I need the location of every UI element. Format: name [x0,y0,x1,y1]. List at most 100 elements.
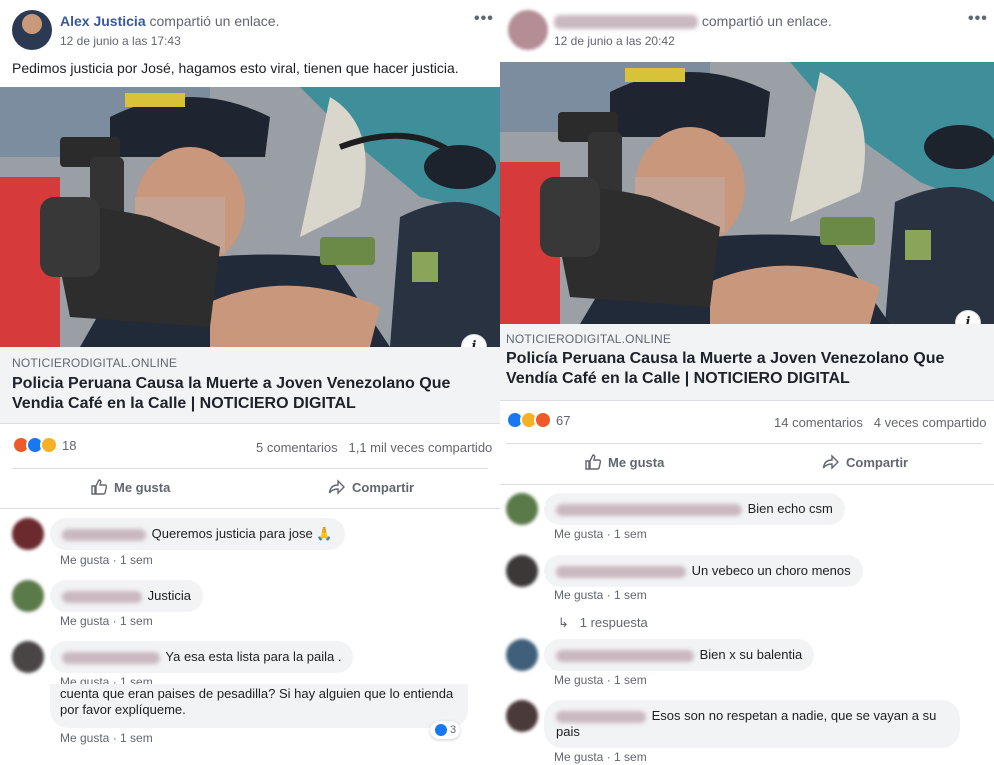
thumbs-up-icon [585,454,602,470]
comment-like-link[interactable]: Me gusta [554,673,603,687]
link-preview[interactable]: NOTICIERODIGITAL.ONLINE Policia Peruana … [0,347,500,424]
commenter-name[interactable] [556,503,742,516]
comment-count[interactable]: 5 comentarios [256,440,338,455]
comment-bubble: Ya esa esta lista para la paila . [50,641,354,673]
share-button[interactable]: Compartir [328,478,414,496]
commenter-name[interactable] [556,565,686,578]
comment-time[interactable]: 1 sem [614,588,647,602]
comment-text-line2: por favor explíqueme. [60,702,186,717]
more-options-icon[interactable]: ••• [968,10,988,28]
commenter-avatar[interactable] [506,555,538,587]
share-label: Compartir [352,479,415,495]
comment-like-link[interactable]: Me gusta [60,614,109,628]
commenter-name[interactable] [556,649,694,662]
comment-time[interactable]: 1 sem [120,731,153,745]
comment-text: Bien x su balentia [699,647,803,662]
sad-reaction-icon [40,436,58,454]
comment-bubble: Bien x su balentia [544,639,815,671]
comment-text: Queremos justicia para jose 🙏 [151,526,333,541]
author-name[interactable] [554,15,698,30]
comment-time[interactable]: 1 sem [120,614,153,628]
post-timestamp[interactable]: 12 de junio a las 20:42 [554,34,675,48]
author-name[interactable]: Alex Justicia [60,13,146,29]
comment-meta: Me gusta · 1 sem [60,731,153,745]
author-avatar[interactable] [508,10,548,50]
share-count[interactable]: 4 veces compartido [874,415,987,430]
comment-meta: Me gusta · 1 sem [554,750,647,764]
author-avatar[interactable] [12,10,52,50]
commenter-name[interactable] [62,590,142,603]
like-button[interactable]: Me gusta [584,453,664,471]
commenter-name[interactable] [556,710,646,723]
post-header: Alex Justicia compartió un enlace. [60,13,279,29]
share-label: Compartir [846,454,909,470]
divider [12,468,488,469]
comment-like-link[interactable]: Me gusta [554,527,603,541]
comment-time[interactable]: 1 sem [614,750,647,764]
share-icon [822,454,839,470]
post-action-text: compartió un enlace. [701,13,832,29]
like-label: Me gusta [114,479,171,495]
comment-like-link[interactable]: Me gusta [554,750,603,764]
comment-count[interactable]: 14 comentarios [774,415,863,430]
link-title-line2: Vendía Café en la Calle | NOTICIERO DIGI… [506,370,850,387]
divider [0,508,500,509]
comment-bubble: Esos son no respetan a nadie, que se vay… [544,700,960,748]
link-preview-image[interactable] [0,87,500,347]
comment-time[interactable]: 1 sem [614,527,647,541]
comment-like-link[interactable]: Me gusta [554,588,603,602]
reply-count: 1 respuesta [579,615,648,630]
commenter-name[interactable] [62,528,146,541]
reaction-summary[interactable]: 67 [506,411,570,429]
link-title-line1: Policía Peruana Causa la Muerte a Joven … [506,350,945,367]
reply-arrow-icon: ↳ [558,615,569,630]
comment-meta: Me gusta · 1 sem [554,588,647,602]
comment-text-line1: cuenta que eran paises de pesadilla? Si … [60,686,454,701]
commenter-avatar[interactable] [506,639,538,671]
like-reaction-icon [434,723,448,737]
link-preview[interactable]: NOTICIERODIGITAL.ONLINE Policía Peruana … [500,324,994,401]
like-label: Me gusta [608,454,665,470]
comment-bubble: Bien echo csm [544,493,845,525]
reaction-summary[interactable]: 18 [12,436,76,454]
post-stats: 5 comentarios 1,1 mil veces compartido [256,440,492,455]
view-replies-link[interactable]: ↳ 1 respuesta [558,615,648,631]
commenter-avatar[interactable] [12,518,44,550]
comment-reactions[interactable]: 3 [430,721,461,739]
divider [506,443,982,444]
right-post: compartió un enlace. 12 de junio a las 2… [500,0,994,765]
comment-time[interactable]: 1 sem [614,673,647,687]
comment-meta: Me gusta · 1 sem [554,673,647,687]
link-preview-image[interactable] [500,62,994,324]
comment-bubble: Un vebeco un choro menos [544,555,863,587]
link-title-line2: Vendia Café en la Calle | NOTICIERO DIGI… [12,395,356,412]
comment-meta: Me gusta · 1 sem [60,614,153,628]
post-action-text: compartió un enlace. [149,13,280,29]
divider [500,484,994,485]
share-count[interactable]: 1,1 mil veces compartido [349,440,493,455]
reaction-count: 67 [556,412,571,428]
commenter-name[interactable] [62,651,160,664]
comment-meta: Me gusta · 1 sem [554,527,647,541]
comment-text: Ya esa esta lista para la paila . [165,649,342,664]
comment-bubble: Queremos justicia para jose 🙏 [50,518,345,550]
comment-bubble: Justicia [50,580,203,612]
comment-like-link[interactable]: Me gusta [60,731,109,745]
more-options-icon[interactable]: ••• [474,10,494,28]
commenter-avatar[interactable] [506,493,538,525]
comment-time[interactable]: 1 sem [120,553,153,567]
reaction-count: 18 [62,437,77,453]
post-timestamp[interactable]: 12 de junio a las 17:43 [60,34,181,48]
left-post: Alex Justicia compartió un enlace. 12 de… [0,0,500,765]
commenter-avatar[interactable] [12,641,44,673]
share-button[interactable]: Compartir [822,453,908,471]
like-button[interactable]: Me gusta [90,478,170,496]
link-title-line1: Policia Peruana Causa la Muerte a Joven … [12,375,451,392]
commenter-avatar[interactable] [506,700,538,732]
commenter-avatar[interactable] [12,580,44,612]
comment-text: Bien echo csm [747,501,833,516]
comment-bubble: cuenta que eran paises de pesadilla? Si … [50,684,468,728]
comment-text: Un vebeco un choro menos [691,563,851,578]
comment-like-link[interactable]: Me gusta [60,553,109,567]
comment-text-line1: Esos son no respetan a nadie, que se vay… [651,708,937,723]
